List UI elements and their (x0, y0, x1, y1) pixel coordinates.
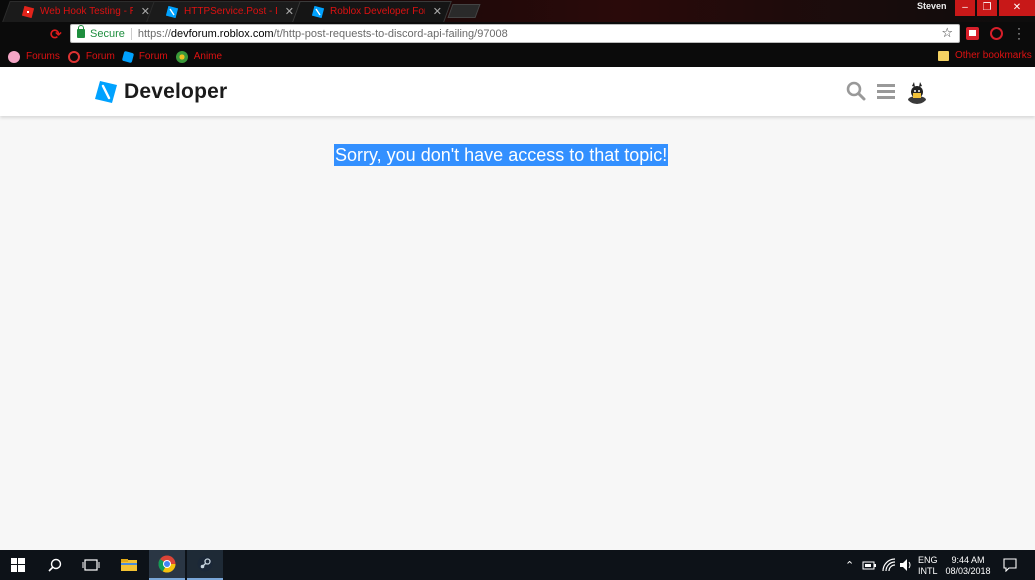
bookmark-star-icon[interactable]: ☆ (941, 25, 953, 41)
bookmark-label: Anime (193, 51, 223, 62)
bookmarks-bar: Forums Forum Forum Anime Other bookmarks (0, 46, 1035, 67)
access-denied-message: Sorry, you don't have access to that top… (334, 144, 669, 166)
windows-start-icon[interactable] (0, 550, 36, 580)
roblox-developer-favicon (312, 5, 324, 18)
new-tab-button[interactable] (447, 4, 481, 18)
chrome-icon[interactable] (149, 550, 185, 580)
clock-date: 08/03/2018 (945, 566, 991, 576)
bookmark-forum-2[interactable]: Forum (121, 50, 168, 63)
volume-icon[interactable] (899, 558, 913, 572)
reload-icon[interactable]: ⟳ (50, 26, 62, 43)
bookmark-forums[interactable]: Forums (8, 50, 60, 63)
browser-title-bar: Web Hook Testing - Rob ✕ HTTPService.Pos… (0, 0, 1035, 22)
hamburger-menu-icon[interactable] (877, 83, 895, 99)
other-bookmarks[interactable]: Other bookmarks (938, 50, 1032, 61)
browser-toolbar: ⟳ Secure https://devforum.roblox.com/t/h… (0, 22, 1035, 46)
close-window-button[interactable]: ✕ (999, 0, 1035, 16)
battery-icon[interactable] (862, 559, 876, 571)
url-protocol: https:// (137, 27, 171, 40)
other-bookmarks-label: Other bookmarks (955, 50, 1032, 61)
developer-logo[interactable]: Developer (95, 80, 227, 104)
target-icon (67, 50, 80, 63)
restore-button[interactable]: ❐ (977, 0, 997, 16)
bookmark-forum-1[interactable]: Forum (67, 50, 115, 63)
bookmark-anime[interactable]: Anime (175, 50, 223, 63)
roblox-icon (121, 50, 134, 63)
security-label: Secure (90, 27, 125, 40)
tab-roblox-developer-forum[interactable]: Roblox Developer Forum ✕ (292, 1, 452, 22)
bookmark-label: Forum (85, 51, 115, 62)
profile-name[interactable]: Steven (917, 1, 947, 11)
steam-icon[interactable] (187, 550, 223, 580)
system-clock[interactable]: 9:44 AM 08/03/2018 (944, 555, 992, 577)
pocket-extension-icon[interactable] (966, 27, 979, 40)
avatar-image (905, 80, 929, 104)
language-code: ENG (918, 555, 938, 565)
tab-title: Web Hook Testing - Rob (40, 6, 133, 17)
language-indicator[interactable]: ENG INTL (918, 555, 938, 577)
tab-close-icon[interactable]: ✕ (141, 5, 150, 18)
logo-text: Developer (124, 80, 228, 103)
user-avatar[interactable] (905, 80, 929, 104)
tab-close-icon[interactable]: ✕ (433, 5, 442, 18)
file-explorer-icon[interactable] (111, 550, 147, 580)
clock-time: 9:44 AM (951, 555, 985, 565)
separator (130, 27, 132, 40)
url-path: /t/http-post-requests-to-discord-api-fai… (273, 27, 508, 40)
notifications-icon[interactable] (1003, 558, 1017, 572)
bookmark-label: Forums (26, 51, 60, 62)
url-host: devforum.roblox.com (170, 27, 274, 40)
windows-taskbar: ⌃ ENG INTL 9:44 AM 08/03/2018 (0, 550, 1035, 580)
task-view-icon[interactable] (73, 550, 109, 580)
tab-title: HTTPService.Post - Dev (184, 6, 277, 17)
bookmark-label: Forum (138, 51, 168, 62)
roblox-developer-favicon (166, 5, 178, 18)
tab-title: Roblox Developer Forum (330, 6, 425, 17)
tab-close-icon[interactable]: ✕ (285, 5, 294, 18)
tab-httpservice-post[interactable]: HTTPService.Post - Dev ✕ (146, 1, 304, 22)
roblox-favicon (22, 5, 34, 18)
folder-icon (938, 50, 949, 61)
wifi-icon[interactable] (882, 558, 896, 572)
tab-web-hook-testing[interactable]: Web Hook Testing - Rob ✕ (2, 1, 160, 22)
keyboard-layout: INTL (918, 566, 938, 576)
minimize-button[interactable]: – (955, 0, 975, 16)
roblox-developer-logo-icon (95, 81, 117, 103)
site-header: Developer (0, 67, 1035, 116)
search-icon[interactable] (846, 81, 866, 101)
show-hidden-icons-chevron[interactable]: ⌃ (845, 550, 854, 580)
web-page: Developer Sorry, you don't have access t… (0, 67, 1035, 550)
search-icon[interactable] (37, 550, 73, 580)
lock-icon (77, 25, 85, 38)
anime-icon (175, 50, 188, 63)
blocker-extension-icon[interactable] (990, 27, 1003, 40)
pink-circle-icon (8, 50, 20, 63)
browser-menu-icon[interactable]: · · · (1017, 22, 1021, 44)
address-bar[interactable]: Secure https://devforum.roblox.com/t/htt… (70, 24, 960, 43)
